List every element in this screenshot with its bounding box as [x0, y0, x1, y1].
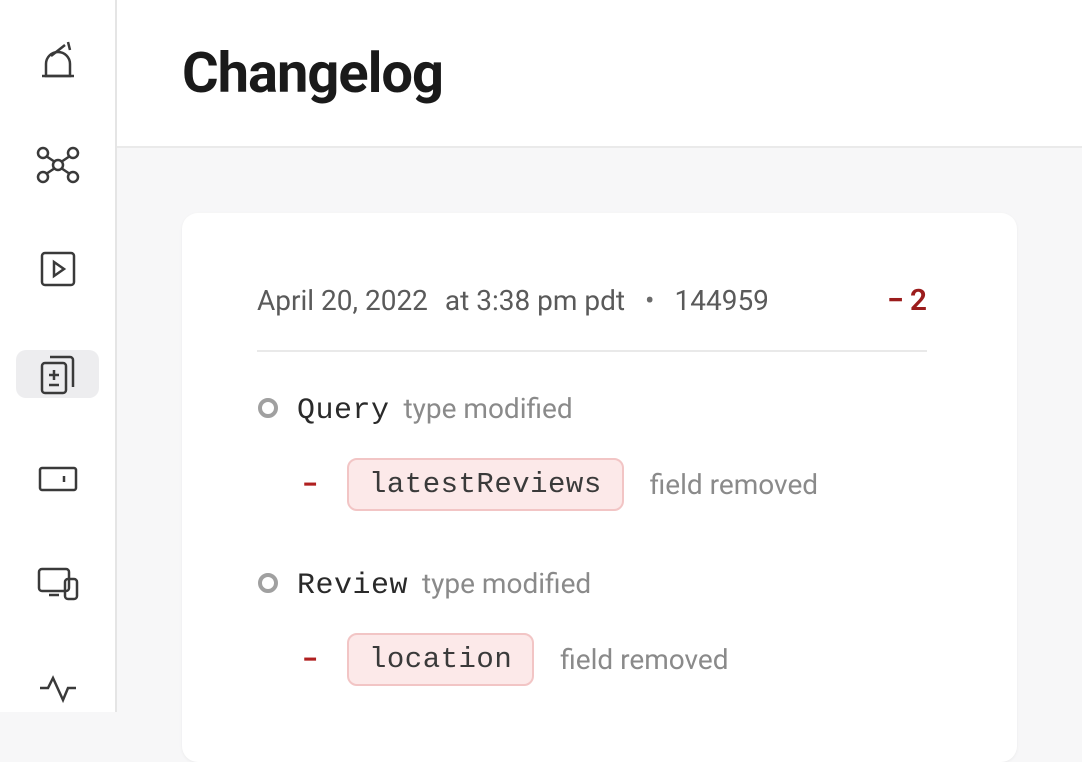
- graph-icon: [33, 143, 83, 187]
- changelog-entry-card: April 20, 2022 at 3:38 pm pdt • 144959 −…: [182, 213, 1017, 762]
- header: Changelog: [117, 0, 1082, 148]
- devices-icon: [35, 565, 81, 601]
- field-name-pill[interactable]: latestReviews: [347, 458, 624, 511]
- main: Changelog April 20, 2022 at 3:38 pm pdt …: [117, 0, 1082, 712]
- change-header: Query type modified: [257, 392, 927, 428]
- change-header: Review type modified: [257, 567, 927, 603]
- input-icon: [36, 464, 80, 494]
- field-removed-label: field removed: [650, 468, 818, 501]
- content: April 20, 2022 at 3:38 pm pdt • 144959 −…: [117, 148, 1082, 762]
- sidebar-item-metrics[interactable]: [16, 663, 99, 712]
- sidebar-item-explorer[interactable]: [16, 245, 99, 294]
- field-row: − location field removed: [257, 633, 927, 686]
- type-modified-label: type modified: [403, 392, 572, 425]
- entry-header: April 20, 2022 at 3:38 pm pdt • 144959 −…: [257, 283, 927, 352]
- entry-id: 144959: [675, 284, 769, 317]
- change-item: Review type modified − location field re…: [257, 567, 927, 686]
- field-row: − latestReviews field removed: [257, 458, 927, 511]
- observatory-icon: [36, 38, 80, 82]
- sidebar: [0, 0, 117, 712]
- change-item: Query type modified − latestReviews fiel…: [257, 392, 927, 511]
- entry-meta: April 20, 2022 at 3:38 pm pdt • 144959: [257, 284, 769, 317]
- separator-dot: •: [645, 284, 654, 317]
- type-name: Query: [297, 394, 390, 428]
- diff-files-icon: [37, 351, 79, 397]
- field-removed-label: field removed: [560, 643, 728, 676]
- type-name: Review: [297, 569, 408, 603]
- play-square-icon: [37, 248, 79, 290]
- sidebar-item-fields[interactable]: [16, 454, 99, 503]
- circle-outline-icon: [257, 572, 279, 598]
- sidebar-item-changelog[interactable]: [16, 350, 99, 399]
- field-name-pill[interactable]: location: [347, 633, 534, 686]
- sidebar-item-clients[interactable]: [16, 559, 99, 608]
- activity-icon: [36, 672, 80, 704]
- removed-count: − 2: [887, 283, 927, 318]
- minus-icon: −: [887, 283, 904, 318]
- entry-date: April 20, 2022 at 3:38 pm pdt: [257, 284, 625, 317]
- sidebar-item-schema[interactable]: [16, 141, 99, 190]
- removed-count-value: 2: [910, 283, 927, 318]
- circle-outline-icon: [257, 397, 279, 423]
- page-title: Changelog: [182, 40, 1082, 106]
- minus-icon: −: [299, 643, 321, 676]
- minus-icon: −: [299, 468, 321, 501]
- sidebar-item-observatory[interactable]: [16, 36, 99, 85]
- type-modified-label: type modified: [422, 567, 591, 600]
